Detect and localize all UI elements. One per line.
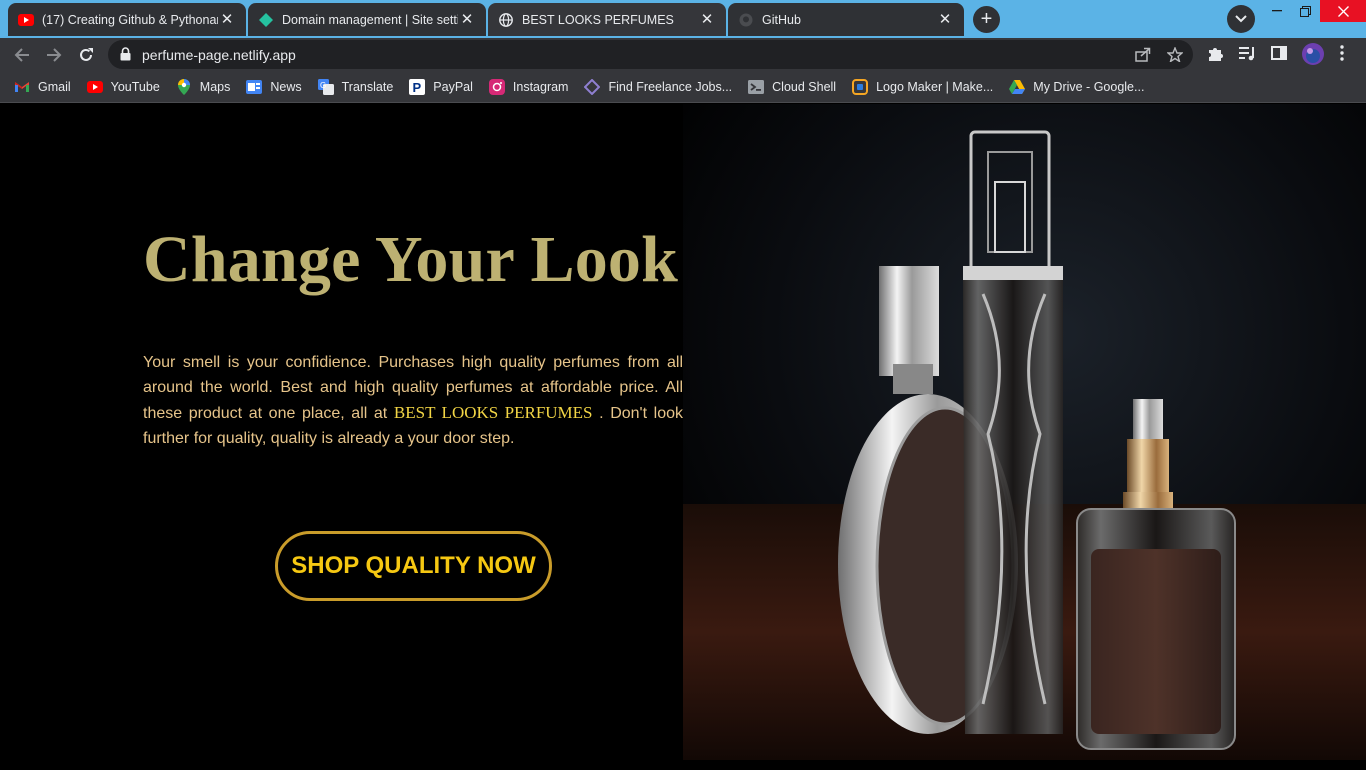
close-window-button[interactable]	[1320, 0, 1366, 22]
freelance-icon	[584, 78, 601, 95]
bookmark-google-drive[interactable]: My Drive - Google...	[1009, 79, 1144, 95]
brand-name: BEST LOOKS PERFUMES	[393, 403, 593, 422]
bookmark-label: PayPal	[433, 79, 473, 94]
tab-github[interactable]: GitHub ✕	[728, 3, 964, 36]
netlify-icon	[258, 12, 274, 28]
globe-icon	[498, 12, 514, 28]
tab-search-button[interactable]	[1227, 5, 1255, 33]
share-icon[interactable]	[1135, 47, 1151, 67]
new-tab-button[interactable]: +	[973, 6, 1000, 33]
maps-icon	[176, 78, 192, 95]
youtube-icon	[18, 12, 34, 28]
cloud-shell-icon	[748, 79, 765, 95]
tab-title: (17) Creating Github & Pythonanywhere	[42, 12, 218, 27]
bookmark-translate[interactable]: G Translate	[317, 78, 394, 95]
bookmark-label: Cloud Shell	[772, 79, 837, 94]
bookmark-label: Gmail	[38, 79, 71, 94]
translate-icon: G	[317, 78, 334, 95]
close-tab-icon[interactable]: ✕	[218, 11, 236, 29]
page-bottom-edge	[0, 760, 1366, 770]
side-panel-icon[interactable]	[1271, 45, 1287, 66]
bookmark-label: YouTube	[110, 79, 160, 94]
close-tab-icon[interactable]: ✕	[936, 11, 954, 29]
bookmark-label: Logo Maker | Make...	[876, 79, 994, 94]
news-icon	[246, 79, 263, 95]
bookmark-cloud-shell[interactable]: Cloud Shell	[748, 79, 836, 95]
tab-title: GitHub	[762, 12, 801, 27]
tab-best-looks-perfumes[interactable]: BEST LOOKS PERFUMES ✕	[488, 3, 726, 36]
logo-maker-icon	[852, 78, 869, 95]
lock-icon[interactable]	[120, 47, 131, 66]
svg-text:G: G	[320, 81, 326, 90]
close-tab-icon[interactable]: ✕	[698, 11, 716, 29]
bookmark-youtube[interactable]: YouTube	[86, 79, 160, 95]
close-icon	[1337, 5, 1349, 17]
instagram-icon	[488, 78, 505, 95]
hero-description: Your smell is your confidience. Purchase…	[143, 350, 683, 451]
bookmark-label: My Drive - Google...	[1033, 79, 1145, 94]
forward-button[interactable]	[43, 44, 65, 66]
gmail-icon	[14, 79, 30, 95]
profile-avatar[interactable]	[1301, 42, 1325, 71]
tab-domain-management[interactable]: Domain management | Site settings ✕	[248, 3, 486, 36]
google-drive-icon	[1009, 79, 1026, 95]
minimize-icon	[1272, 10, 1282, 12]
url-text[interactable]: perfume-page.netlify.app	[142, 47, 296, 63]
bookmark-maps[interactable]: Maps	[176, 78, 231, 95]
bookmark-freelance[interactable]: Find Freelance Jobs...	[584, 78, 733, 95]
bookmark-paypal[interactable]: P PayPal	[409, 78, 473, 95]
bookmark-news[interactable]: News	[246, 79, 302, 95]
bookmark-label: Find Freelance Jobs...	[608, 79, 733, 94]
reload-button[interactable]	[75, 44, 97, 66]
reading-list-icon[interactable]	[1238, 45, 1256, 66]
back-button[interactable]	[11, 44, 33, 66]
github-icon	[738, 12, 754, 28]
bookmark-instagram[interactable]: Instagram	[488, 78, 569, 95]
chevron-down-icon	[1235, 15, 1247, 23]
extensions-puzzle-icon[interactable]	[1207, 45, 1224, 67]
close-tab-icon[interactable]: ✕	[458, 11, 476, 29]
address-bar[interactable]: perfume-page.netlify.app	[108, 40, 1193, 69]
arrow-left-icon	[14, 48, 29, 62]
hero-title: Change Your Look	[143, 223, 679, 296]
tab-title: Domain management | Site settings	[282, 12, 458, 27]
bookmark-star-icon[interactable]	[1166, 46, 1184, 67]
tab-title: BEST LOOKS PERFUMES	[522, 12, 674, 27]
bookmarks-bar: Gmail YouTube Maps News G Translate P Pa…	[0, 71, 1366, 103]
bookmark-label: Instagram	[512, 79, 569, 94]
reload-icon	[80, 48, 93, 61]
tab-strip: (17) Creating Github & Pythonanywhere ✕ …	[0, 0, 1366, 38]
paypal-icon: P	[409, 78, 426, 95]
svg-text:P: P	[413, 80, 422, 95]
restore-icon	[1299, 5, 1311, 17]
perfume-bottles-image	[683, 104, 1366, 760]
browser-toolbar: perfume-page.netlify.app	[0, 38, 1366, 71]
tab-youtube[interactable]: (17) Creating Github & Pythonanywhere ✕	[8, 3, 246, 36]
page-viewport: Change Your Look Your smell is your conf…	[0, 104, 1366, 770]
shop-quality-now-button[interactable]: SHOP QUALITY NOW	[275, 531, 552, 601]
bookmark-label: Maps	[199, 79, 231, 94]
bookmark-logo-maker[interactable]: Logo Maker | Make...	[852, 78, 994, 95]
arrow-right-icon	[47, 48, 62, 62]
bookmark-label: Translate	[341, 79, 394, 94]
youtube-icon	[86, 79, 103, 95]
bookmark-gmail[interactable]: Gmail	[14, 79, 71, 95]
bookmark-label: News	[270, 79, 302, 94]
menu-kebab-icon[interactable]	[1339, 45, 1345, 66]
